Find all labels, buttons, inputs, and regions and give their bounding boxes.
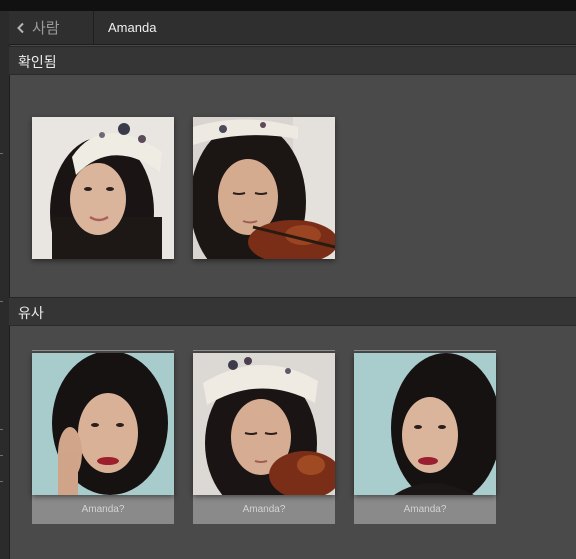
divider — [32, 350, 174, 351]
page-title: Amanda — [108, 20, 157, 35]
gutter-tick — [0, 153, 3, 154]
divider — [193, 350, 335, 351]
similar-photo-2[interactable]: Amanda? — [193, 350, 335, 524]
confirmed-photo-2[interactable] — [193, 117, 335, 259]
photo-thumbnail — [354, 353, 496, 495]
section-label-similar: 유사 — [18, 305, 44, 321]
chevron-left-icon — [16, 21, 28, 35]
section-label-confirmed: 확인됨 — [18, 54, 57, 70]
confirmed-photo-1[interactable] — [32, 117, 174, 259]
similar-photo-3[interactable]: Amanda? — [354, 350, 496, 524]
photo-thumbnail — [193, 353, 335, 495]
divider — [354, 350, 496, 351]
header-bar: 사람 Amanda — [9, 11, 576, 45]
gutter-tick — [0, 429, 3, 430]
gutter-tick — [0, 301, 3, 302]
section-header-confirmed: 확인됨 — [9, 46, 576, 75]
photo-thumbnail — [32, 117, 174, 259]
section-header-similar: 유사 — [9, 297, 576, 326]
gutter-tick — [0, 481, 3, 482]
face-suggestion-label[interactable]: Amanda? — [193, 495, 335, 524]
similar-photo-1[interactable]: Amanda? — [32, 350, 174, 524]
face-suggestion-label[interactable]: Amanda? — [32, 495, 174, 524]
face-suggestion-label[interactable]: Amanda? — [354, 495, 496, 524]
top-strip — [0, 0, 576, 11]
back-button[interactable]: 사람 — [9, 11, 94, 44]
back-label: 사람 — [32, 20, 60, 37]
gutter-tick — [0, 455, 3, 456]
left-panel-edge — [0, 11, 10, 559]
photo-thumbnail — [193, 117, 335, 259]
photo-thumbnail — [32, 353, 174, 495]
people-detail-view: 사람 Amanda 확인됨 유사 Amanda? Amanda? Amanda? — [0, 0, 576, 559]
